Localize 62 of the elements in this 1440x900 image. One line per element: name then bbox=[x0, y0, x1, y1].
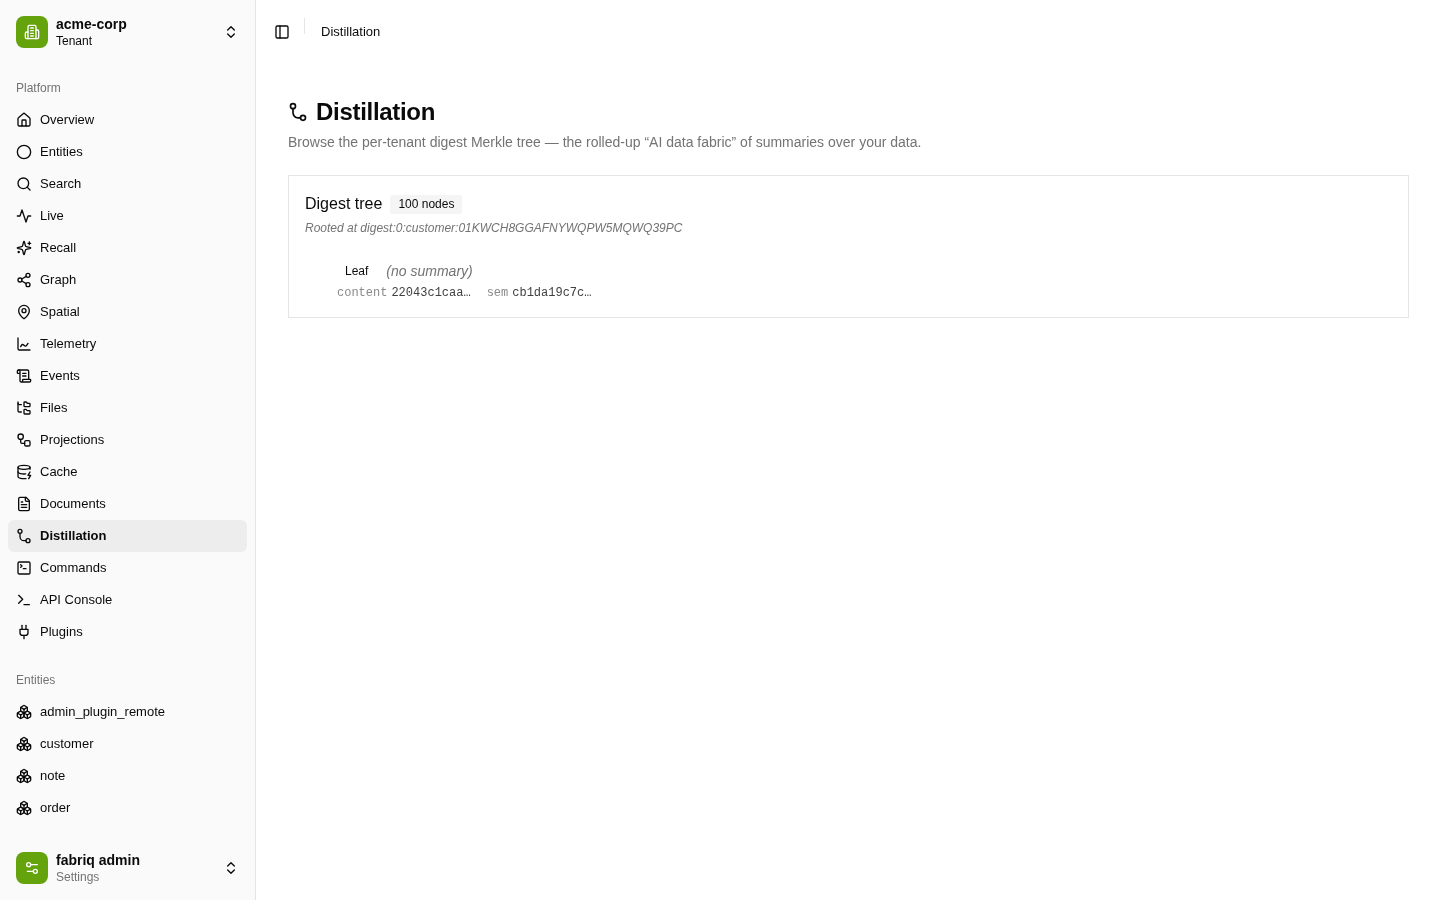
node-kind-label: Leaf bbox=[344, 263, 370, 279]
pulse-line-icon bbox=[16, 208, 32, 224]
card-title: Digest tree bbox=[305, 194, 383, 214]
cubes-icon bbox=[16, 704, 32, 720]
sidebar-item[interactable]: Recall bbox=[8, 232, 247, 264]
sidebar-item[interactable]: Live bbox=[8, 200, 247, 232]
node-summary: (no summary) bbox=[386, 262, 473, 281]
line-chart-icon bbox=[16, 336, 32, 352]
node-count-badge: 100 nodes bbox=[390, 194, 463, 214]
hash-value: 22043c1caa… bbox=[391, 285, 471, 301]
search-icon bbox=[16, 176, 32, 192]
house-icon bbox=[16, 112, 32, 128]
panel-left-icon bbox=[274, 24, 290, 40]
sidebar-item[interactable]: Projections bbox=[8, 424, 247, 456]
share-nodes-icon bbox=[16, 272, 32, 288]
sidebar-item[interactable]: Cache bbox=[8, 456, 247, 488]
document-icon bbox=[16, 496, 32, 512]
sidebar-item[interactable]: order bbox=[8, 792, 247, 824]
page-description: Browse the per-tenant digest Merkle tree — the rolled-up “AI data fabric” of summaries over your data. bbox=[288, 133, 923, 152]
sidebar-item[interactable]: note bbox=[8, 760, 247, 792]
cubes-icon bbox=[16, 768, 32, 784]
sidebar-item[interactable]: customer bbox=[8, 728, 247, 760]
sidebar-item[interactable]: Plugins bbox=[8, 616, 247, 648]
hash-label: sem bbox=[486, 285, 509, 301]
sidebar-item[interactable]: Events bbox=[8, 360, 247, 392]
terminal-window-icon bbox=[16, 560, 32, 576]
sidebar-item[interactable]: Commands bbox=[8, 552, 247, 584]
section-label: Entities bbox=[15, 672, 57, 689]
hash-value: cb1da19c7c… bbox=[512, 285, 592, 301]
folder-tree-icon bbox=[16, 400, 32, 416]
cubes-icon bbox=[16, 800, 32, 816]
hash-label: content bbox=[337, 285, 388, 301]
page-title: Distillation bbox=[316, 97, 436, 127]
sidebar-item[interactable]: Entities bbox=[8, 136, 247, 168]
database-icon bbox=[16, 464, 32, 480]
user-menu-button[interactable]: fabriq admin Settings bbox=[8, 844, 247, 892]
sidebar-item[interactable]: Spatial bbox=[8, 296, 247, 328]
circle-icon bbox=[16, 144, 32, 160]
sliders-tile-icon bbox=[16, 852, 48, 884]
scroll-icon bbox=[16, 368, 32, 384]
sidebar-item[interactable]: Overview bbox=[8, 104, 247, 136]
sidebar-item[interactable]: API Console bbox=[8, 584, 247, 616]
breadcrumb-current: Distillation bbox=[321, 23, 381, 42]
sidebar-item[interactable]: Telemetry bbox=[8, 328, 247, 360]
building-tile-icon bbox=[16, 16, 48, 48]
sidebar-item[interactable]: Files bbox=[8, 392, 247, 424]
sidebar-item[interactable]: Graph bbox=[8, 264, 247, 296]
sidebar-item[interactable]: Documents bbox=[8, 488, 247, 520]
connected-circles-icon bbox=[288, 102, 308, 122]
cubes-icon bbox=[16, 736, 32, 752]
sidebar-item[interactable]: Distillation bbox=[8, 520, 247, 552]
terminal-prompt-icon bbox=[16, 592, 32, 608]
tenant-switcher[interactable]: acme-corp Tenant bbox=[8, 8, 247, 56]
root-caption: Rooted at digest:0:customer:01KWCH8GGAFNYWQPW5MQWQ39PC bbox=[305, 220, 684, 236]
sidebar-item[interactable]: admin_plugin_remote bbox=[8, 696, 247, 728]
plug-icon bbox=[16, 624, 32, 640]
sidebar-item[interactable]: Search bbox=[8, 168, 247, 200]
connected-shapes-icon bbox=[16, 432, 32, 448]
sparkles-icon bbox=[16, 240, 32, 256]
section-label: Platform bbox=[15, 80, 62, 97]
map-pin-icon bbox=[16, 304, 32, 320]
connected-circles-icon bbox=[16, 528, 32, 544]
